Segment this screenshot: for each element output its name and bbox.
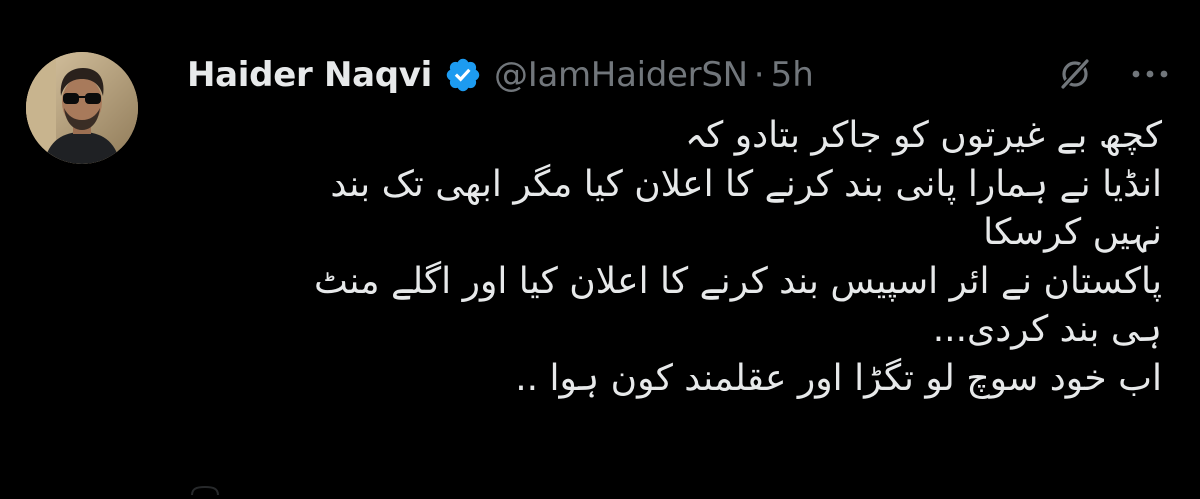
tweet-text-line: اب خود سوچ لو تگڑا اور عقلمند کون ہوا .. — [515, 357, 1162, 399]
avatar-photo — [26, 52, 138, 164]
timestamp[interactable]: 5h — [771, 55, 814, 95]
tweet-text-line: ہی بند کردی... — [932, 309, 1162, 350]
user-handle[interactable]: @IamHaiderSN — [494, 55, 748, 95]
tweet-header: Haider Naqvi @IamHaiderSN · 5h — [187, 52, 814, 98]
cropped-content-edge — [190, 480, 220, 496]
display-name[interactable]: Haider Naqvi — [187, 55, 432, 95]
avatar[interactable] — [26, 52, 138, 164]
tweet-text: کچھ بے غیرتوں کو جاکر بتادو کہ انڈیا نے … — [190, 112, 1162, 403]
tweet-text-line: پاکستان نے ائر اسپیس بند کرنے کا اعلان ک… — [314, 260, 1162, 302]
tweet-text-line: انڈیا نے ہمارا پانی بند کرنے کا اعلان کی… — [330, 163, 1162, 205]
tweet: Haider Naqvi @IamHaiderSN · 5h کچھ بے غی… — [0, 0, 1200, 496]
grok-icon[interactable] — [1057, 56, 1093, 92]
more-icon[interactable] — [1128, 62, 1172, 86]
verified-badge-icon[interactable] — [444, 56, 482, 94]
separator-dot: · — [753, 55, 765, 95]
tweet-text-line: نہیں کرسکا — [983, 212, 1162, 253]
tweet-text-line: کچھ بے غیرتوں کو جاکر بتادو کہ — [685, 115, 1162, 156]
